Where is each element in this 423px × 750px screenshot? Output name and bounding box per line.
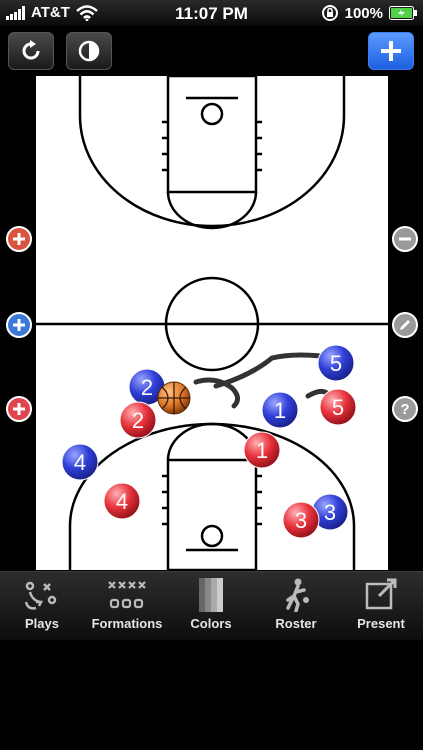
- status-bar: AT&T 11:07 PM 100%: [0, 0, 423, 26]
- red-player-number: 5: [332, 395, 344, 420]
- blue-player-number: 4: [74, 450, 86, 475]
- bottom-area: [0, 640, 423, 750]
- tab-present[interactable]: Present: [339, 572, 423, 640]
- red-player-number: 3: [295, 508, 307, 533]
- contrast-button[interactable]: [66, 32, 112, 70]
- contrast-icon: [78, 40, 100, 62]
- plus-circle-icon: [13, 403, 25, 415]
- battery-icon: [389, 6, 417, 20]
- plays-icon: [24, 581, 57, 610]
- blue-player-5[interactable]: 5: [317, 344, 355, 382]
- blue-player-1[interactable]: 1: [261, 391, 299, 429]
- toolbar: [0, 26, 423, 76]
- formations-icon: [108, 581, 146, 609]
- red-player-3[interactable]: 3: [282, 501, 320, 539]
- draw-button[interactable]: [392, 312, 418, 338]
- add-button[interactable]: [368, 32, 414, 70]
- refresh-icon: [22, 40, 40, 60]
- colors-icon: [199, 578, 223, 612]
- remove-button[interactable]: [392, 226, 418, 252]
- question-icon: ?: [400, 400, 410, 418]
- red-player-number: 1: [256, 438, 268, 463]
- minus-circle-icon: [399, 237, 411, 241]
- add-defense-player-button[interactable]: [6, 312, 32, 338]
- battery-percent: 100%: [344, 4, 383, 22]
- blue-player-number: 3: [324, 500, 336, 525]
- plus-circle-icon: [13, 319, 25, 331]
- red-player-4[interactable]: 4: [103, 482, 141, 520]
- red-player-1[interactable]: 1: [243, 431, 281, 469]
- help-button[interactable]: ?: [392, 396, 418, 422]
- blue-player-2[interactable]: 2: [128, 368, 166, 406]
- blue-player-number: 5: [330, 351, 342, 376]
- red-player-2[interactable]: 2: [119, 401, 157, 439]
- refresh-button[interactable]: [8, 32, 54, 70]
- tab-roster[interactable]: Roster: [254, 572, 338, 640]
- blue-player-4[interactable]: 4: [61, 443, 99, 481]
- tab-colors[interactable]: Colors: [169, 572, 253, 640]
- red-player-number: 2: [132, 408, 144, 433]
- pencil-icon: [400, 320, 410, 330]
- red-player-number: 4: [116, 489, 128, 514]
- plus-circle-icon: [13, 233, 25, 245]
- add-opponent-player-button[interactable]: [6, 396, 32, 422]
- rotation-lock-icon: [321, 5, 338, 21]
- tab-plays[interactable]: Plays: [0, 572, 84, 640]
- blue-player-number: 2: [141, 375, 153, 400]
- tab-bar: Plays Formations Colors Roster Present: [0, 571, 423, 640]
- battery-group: 100%: [321, 4, 417, 22]
- present-icon: [365, 578, 397, 610]
- tab-formations[interactable]: Formations: [85, 572, 169, 640]
- roster-icon: [286, 578, 309, 612]
- red-player-5[interactable]: 5: [319, 388, 357, 426]
- plus-icon: [381, 41, 401, 61]
- add-offense-player-button[interactable]: [6, 226, 32, 252]
- blue-player-number: 1: [274, 398, 286, 423]
